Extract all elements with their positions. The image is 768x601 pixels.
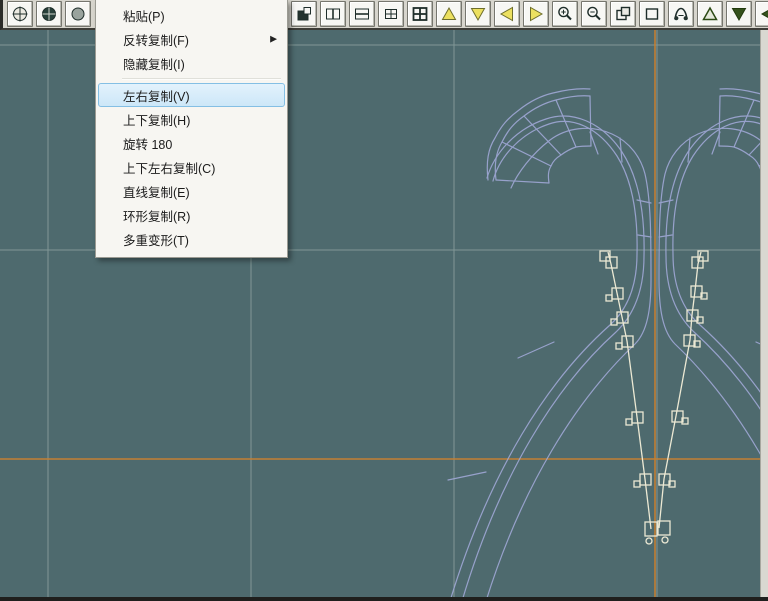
menu-item-label: 左右复制(V) xyxy=(123,89,190,104)
step-down-green-button[interactable] xyxy=(726,1,752,27)
tri-right-y-icon xyxy=(527,5,545,23)
menu-item-label: 上下复制(H) xyxy=(123,113,191,128)
split-v-icon xyxy=(324,5,342,23)
menu-item-1[interactable]: 反转复制(F) ▶ xyxy=(98,27,285,51)
circle-cross-icon xyxy=(11,5,29,23)
tri-down-y-icon xyxy=(469,5,487,23)
menu-item-5[interactable]: 上下复制(H) xyxy=(98,107,285,131)
menu-separator xyxy=(122,78,281,80)
step-up-green-button[interactable] xyxy=(697,1,723,27)
fit-view-button[interactable] xyxy=(668,1,694,27)
zoom-in-icon xyxy=(556,5,574,23)
toolbar-right-group xyxy=(262,1,768,27)
vertical-scrollbar[interactable] xyxy=(760,30,768,601)
menu-item-7[interactable]: 上下左右复制(C) xyxy=(98,155,285,179)
overlap-windows-button[interactable] xyxy=(291,1,317,27)
tri-down-g-icon xyxy=(730,5,748,23)
menu-item-label: 多重变形(T) xyxy=(123,233,189,248)
toolbar-left-group xyxy=(7,1,106,27)
menu-item-label: 反转复制(F) xyxy=(123,33,189,48)
overlap-squares-icon xyxy=(295,5,313,23)
design-origin-button[interactable] xyxy=(7,1,33,27)
stitch-origin-button[interactable] xyxy=(36,1,62,27)
menu-item-0[interactable]: 粘贴(P) xyxy=(98,3,285,27)
menu-item-label: 粘贴(P) xyxy=(123,9,165,24)
grid-four-bold-button[interactable] xyxy=(407,1,433,27)
context-menu: 粘贴(P) 反转复制(F) ▶ 隐藏复制(I) 左右复制(V) 上下复制(H) 旋转 180… xyxy=(95,0,288,258)
zoom-out-button[interactable] xyxy=(581,1,607,27)
move-right-yellow-button[interactable] xyxy=(523,1,549,27)
grid-four-button[interactable] xyxy=(378,1,404,27)
circle-mark-button[interactable] xyxy=(65,1,91,27)
menu-item-label: 旋转 180 xyxy=(123,137,173,152)
submenu-arrow-icon: ▶ xyxy=(270,33,277,44)
menu-item-label: 直线复制(E) xyxy=(123,185,190,200)
menu-item-10[interactable]: 多重变形(T) xyxy=(98,227,285,251)
menu-item-label: 环形复制(R) xyxy=(123,209,191,224)
tri-up-y-icon xyxy=(440,5,458,23)
zoom-out-icon xyxy=(585,5,603,23)
split-h-icon xyxy=(353,5,371,23)
menu-item-8[interactable]: 直线复制(E) xyxy=(98,179,285,203)
menu-item-9[interactable]: 环形复制(R) xyxy=(98,203,285,227)
move-left-yellow-button[interactable] xyxy=(494,1,520,27)
menu-item-2[interactable]: 隐藏复制(I) xyxy=(98,51,285,75)
step-left-green-button[interactable] xyxy=(755,1,768,27)
menu-item-4[interactable]: 左右复制(V) xyxy=(98,83,285,107)
zoom-region-button[interactable] xyxy=(610,1,636,27)
tri-left-y-icon xyxy=(498,5,516,23)
tri-up-g-icon xyxy=(701,5,719,23)
grid-small-icon xyxy=(382,5,400,23)
split-horizontal-button[interactable] xyxy=(349,1,375,27)
circle-cross-dark-icon xyxy=(40,5,58,23)
square-outline-icon xyxy=(643,5,661,23)
window-bottom-edge xyxy=(0,597,768,601)
menu-item-6[interactable]: 旋转 180 xyxy=(98,131,285,155)
move-down-yellow-button[interactable] xyxy=(465,1,491,27)
menu-item-label: 上下左右复制(C) xyxy=(123,161,216,176)
zoom-in-button[interactable] xyxy=(552,1,578,27)
fit-view-icon xyxy=(672,5,690,23)
tri-left-g-icon xyxy=(759,5,768,23)
zoom-region-icon xyxy=(614,5,632,23)
move-up-yellow-button[interactable] xyxy=(436,1,462,27)
select-box-button[interactable] xyxy=(639,1,665,27)
circle-gray-icon xyxy=(69,5,87,23)
menu-item-label: 隐藏复制(I) xyxy=(123,57,185,72)
grid-bold-icon xyxy=(411,5,429,23)
split-vertical-button[interactable] xyxy=(320,1,346,27)
